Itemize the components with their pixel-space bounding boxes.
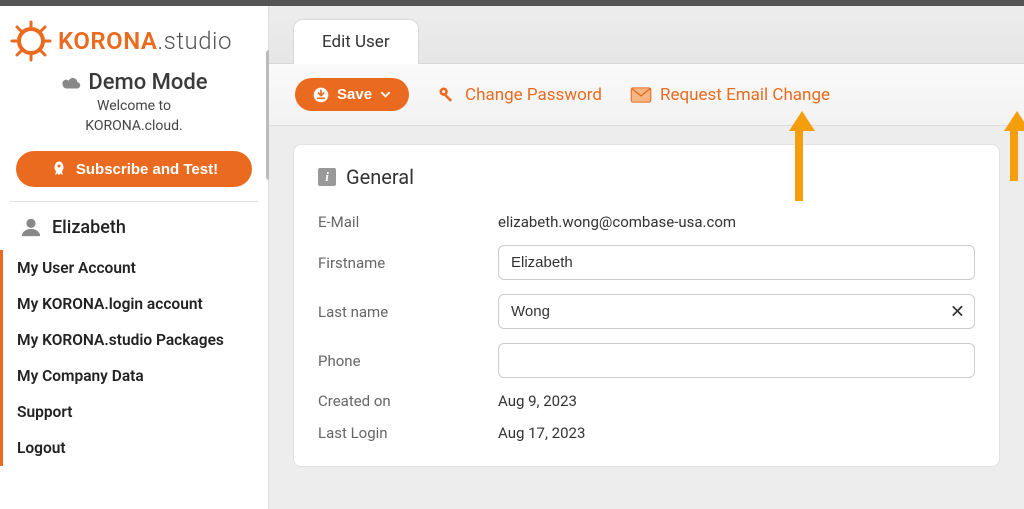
request-email-label: Request Email Change — [660, 85, 830, 105]
key-icon — [437, 85, 457, 105]
tab-edit-user[interactable]: Edit User — [293, 19, 419, 64]
main-area: Edit User Save Chang — [269, 6, 1024, 509]
created-on-label: Created on — [318, 392, 498, 410]
phone-input[interactable] — [498, 343, 975, 378]
lastname-label: Last name — [318, 303, 498, 321]
change-password-link[interactable]: Change Password — [437, 85, 602, 105]
save-label: Save — [337, 86, 372, 103]
subscribe-button[interactable]: Subscribe and Test! — [16, 151, 252, 187]
firstname-label: Firstname — [318, 254, 498, 272]
brand-text: KORONA.studio — [58, 27, 232, 55]
sidebar-user[interactable]: Elizabeth — [0, 202, 268, 250]
general-card: i General E-Mail elizabeth.wong@combase-… — [293, 144, 1000, 467]
clear-lastname-icon[interactable]: ✕ — [950, 301, 965, 322]
last-login-label: Last Login — [318, 424, 498, 442]
demo-welcome-line1: Welcome to — [16, 97, 252, 115]
nav-logout[interactable]: Logout — [0, 430, 268, 466]
demo-mode-block: Demo Mode Welcome to KORONA.cloud. — [0, 70, 268, 143]
nav-company-data[interactable]: My Company Data — [0, 358, 268, 394]
nav-support[interactable]: Support — [0, 394, 268, 430]
email-value: elizabeth.wong@combase-usa.com — [498, 213, 736, 231]
brand-logo: KORONA.studio — [0, 6, 268, 70]
chevron-down-icon — [380, 89, 391, 100]
info-icon: i — [318, 168, 336, 186]
change-password-label: Change Password — [465, 85, 602, 105]
download-icon — [313, 87, 329, 103]
nav-korona-login-account[interactable]: My KORONA.login account — [0, 286, 268, 322]
demo-welcome-line2: KORONA.cloud. — [16, 117, 252, 135]
nav-korona-studio-packages[interactable]: My KORONA.studio Packages — [0, 322, 268, 358]
email-label: E-Mail — [318, 213, 498, 231]
sidebar-user-name: Elizabeth — [52, 217, 126, 238]
sidebar: KORONA.studio Demo Mode Welcome to KORON… — [0, 6, 269, 509]
request-email-change-link[interactable]: Request Email Change — [630, 85, 830, 105]
nav-my-user-account[interactable]: My User Account — [0, 250, 268, 286]
phone-label: Phone — [318, 352, 498, 370]
demo-mode-title: Demo Mode — [60, 70, 207, 95]
subscribe-label: Subscribe and Test! — [76, 161, 218, 178]
toolbar: Save Change Password Request Email — [269, 64, 1024, 126]
last-login-value: Aug 17, 2023 — [498, 424, 585, 442]
user-icon — [20, 216, 42, 238]
sun-logo-icon — [10, 20, 52, 62]
lastname-input[interactable] — [498, 294, 975, 329]
created-on-value: Aug 9, 2023 — [498, 392, 577, 410]
cloud-icon — [60, 75, 82, 91]
section-title: i General — [318, 165, 975, 189]
firstname-input[interactable] — [498, 245, 975, 280]
sidebar-nav: My User Account My KORONA.login account … — [0, 250, 268, 466]
rocket-icon — [50, 160, 68, 178]
tab-row: Edit User — [269, 6, 1024, 64]
envelope-icon — [630, 87, 652, 103]
save-button[interactable]: Save — [295, 78, 409, 111]
